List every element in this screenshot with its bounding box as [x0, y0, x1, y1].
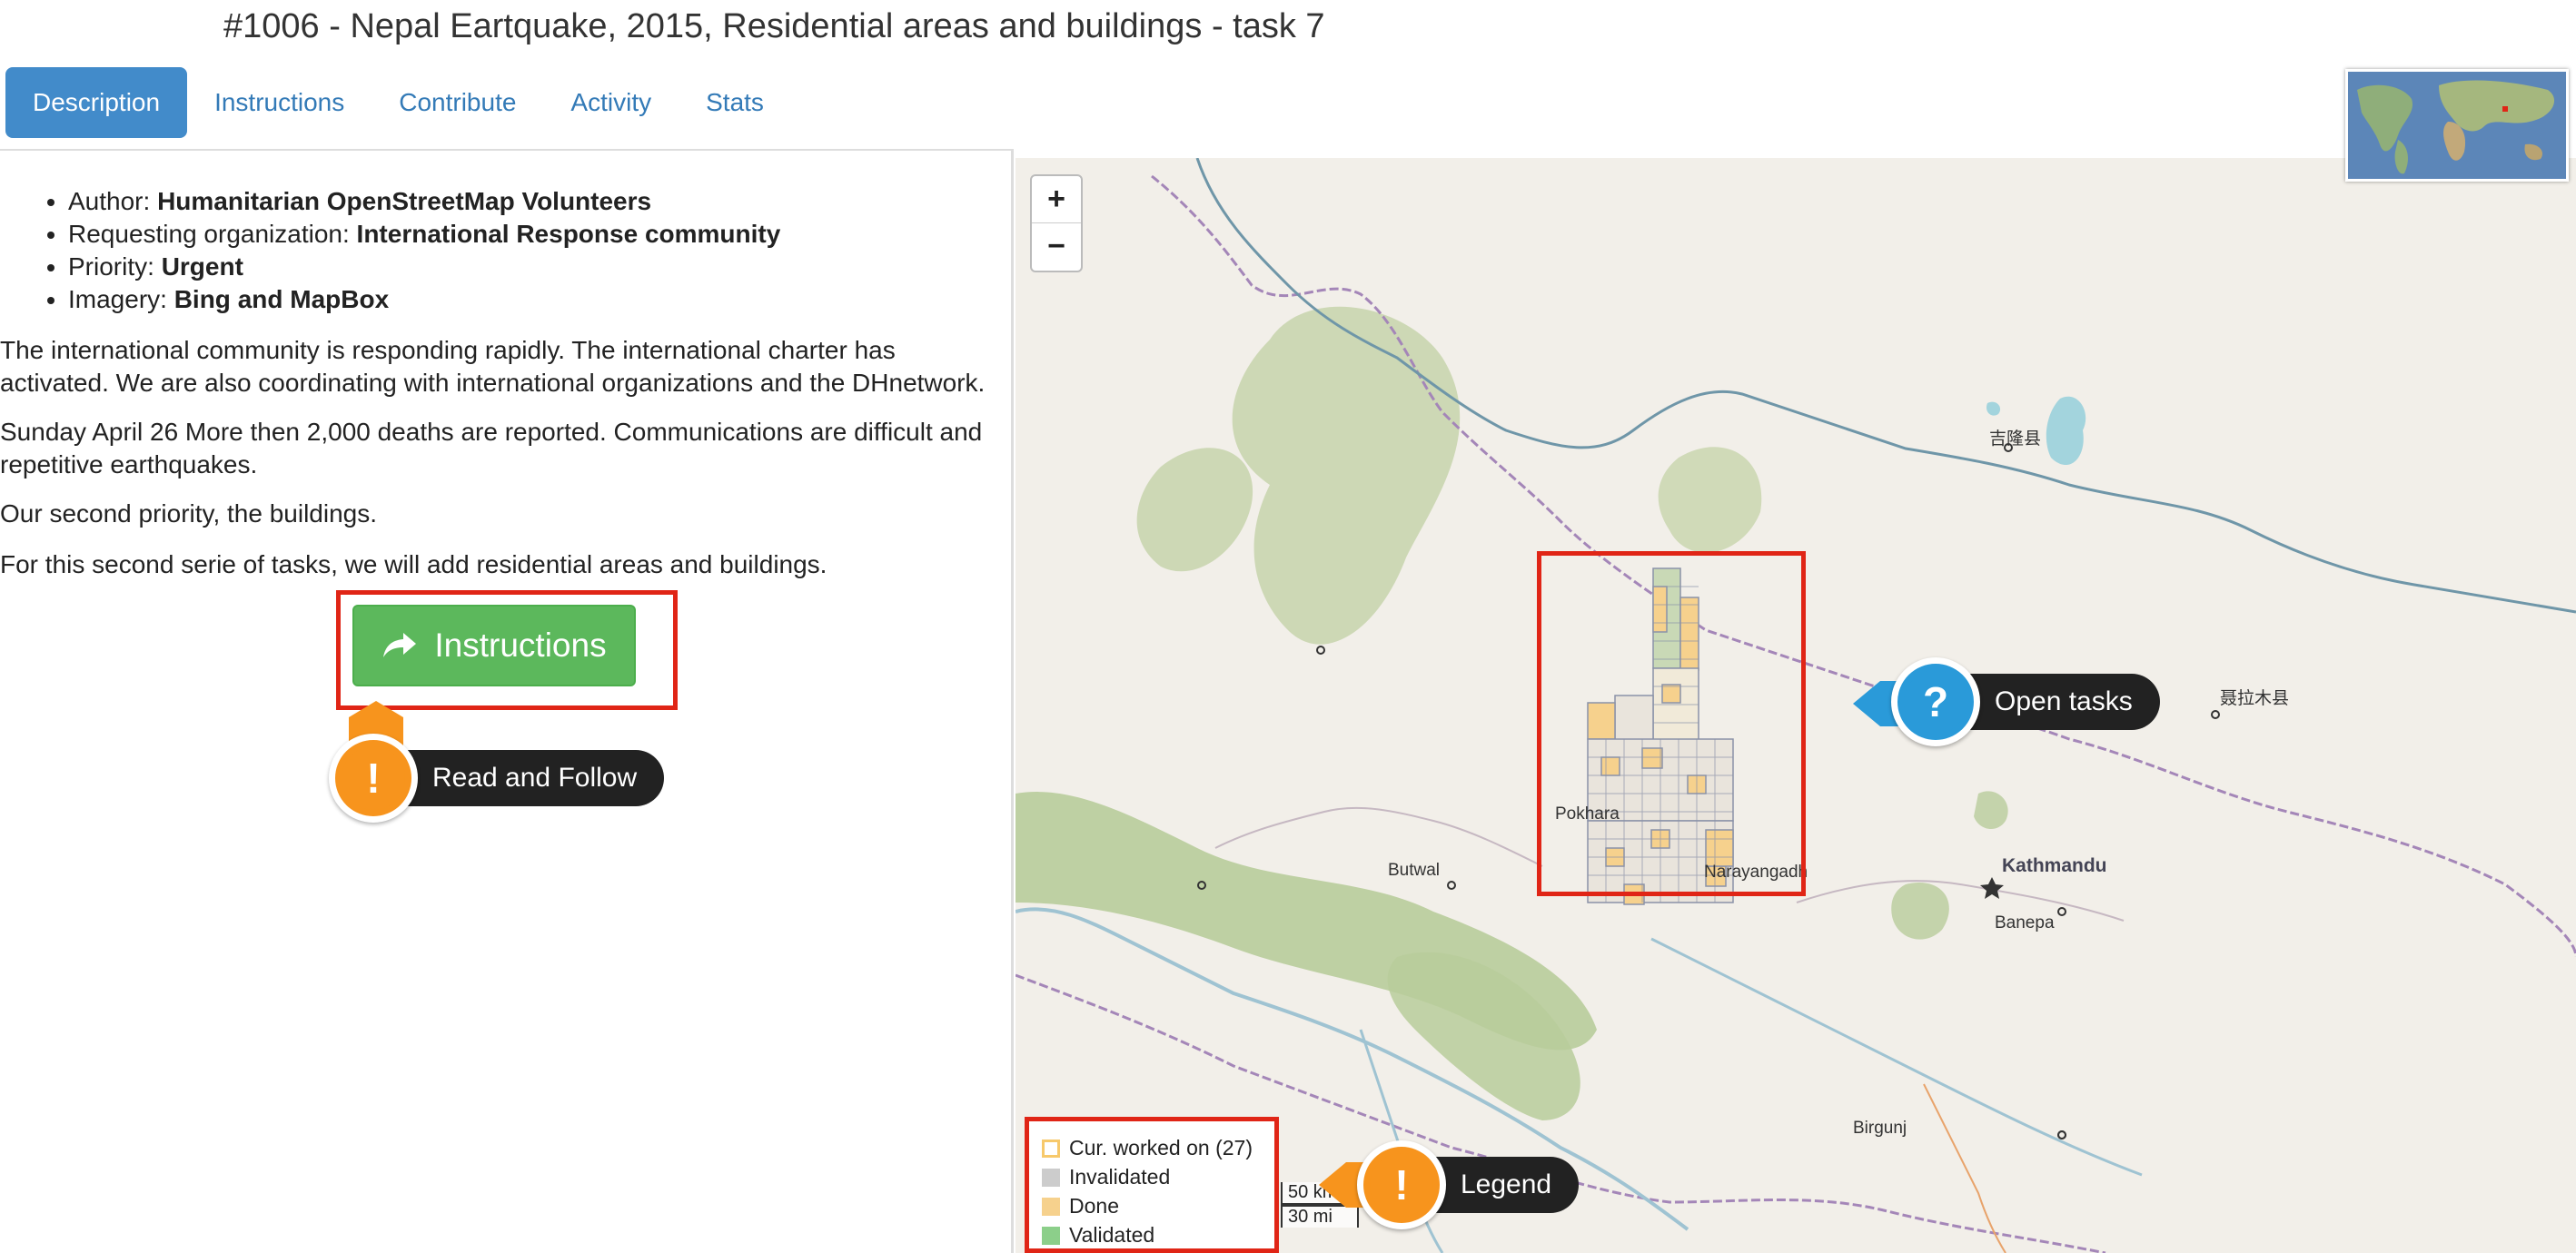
meta-author: Author: Humanitarian OpenStreetMap Volun…: [68, 185, 780, 218]
legend-item-done: Done: [1042, 1194, 1119, 1218]
description-paragraph: For this second serie of tasks, we will …: [0, 550, 827, 578]
project-meta-list: Author: Humanitarian OpenStreetMap Volun…: [0, 185, 780, 316]
legend-swatch: [1042, 1226, 1060, 1245]
meta-label: Imagery:: [68, 285, 174, 313]
tab-instructions[interactable]: Instructions: [187, 67, 372, 138]
zoom-out-button[interactable]: −: [1032, 223, 1081, 270]
instructions-button[interactable]: Instructions: [352, 605, 636, 686]
place-label-banepa: Banepa: [1995, 913, 2055, 932]
overview-minimap[interactable]: [2345, 69, 2569, 182]
meta-value: Bing and MapBox: [173, 285, 390, 313]
tab-activity[interactable]: Activity: [543, 67, 679, 138]
legend-item-invalidated: Invalidated: [1042, 1165, 1170, 1189]
callout-label: Read and Follow: [378, 750, 665, 806]
legend-label: Cur. worked on (27): [1069, 1136, 1253, 1159]
legend-swatch: [1042, 1168, 1060, 1187]
description-panel: Author: Humanitarian OpenStreetMap Volun…: [0, 149, 1014, 1253]
meta-organization: Requesting organization: International R…: [68, 218, 780, 251]
meta-imagery: Imagery: Bing and MapBox: [68, 283, 780, 316]
description-paragraph: Sunday April 26 More then 2,000 deaths a…: [0, 418, 983, 479]
description-paragraph: Our second priority, the buildings.: [0, 499, 378, 528]
read-and-follow-callout: ! Read and Follow: [329, 701, 665, 823]
legend-item-worked-on: Cur. worked on (27): [1042, 1136, 1253, 1160]
tab-stats[interactable]: Stats: [679, 67, 791, 138]
instructions-button-label: Instructions: [434, 626, 607, 664]
legend-item-validated: Validated: [1042, 1223, 1154, 1248]
legend-label: Invalidated: [1069, 1165, 1171, 1189]
project-tabs: Description Instructions Contribute Acti…: [5, 67, 791, 138]
meta-value: International Response community: [356, 220, 781, 248]
exclamation-icon: !: [1357, 1140, 1446, 1229]
callout-glyph: !: [342, 746, 405, 810]
meta-label: Requesting organization:: [68, 220, 357, 248]
task-area-highlight: [1537, 551, 1806, 896]
legend-callout: ! Legend: [1319, 1140, 1580, 1229]
place-label-gyirong: 吉隆县: [1989, 429, 2042, 449]
legend-swatch: [1042, 1139, 1060, 1158]
legend-label: Done: [1069, 1194, 1119, 1218]
zoom-control: + −: [1030, 174, 1083, 272]
callout-glyph: !: [1370, 1153, 1433, 1217]
open-tasks-callout: ? Open tasks: [1853, 657, 2160, 746]
legend-swatch: [1042, 1197, 1060, 1216]
legend-label: Validated: [1069, 1223, 1155, 1247]
tab-contribute[interactable]: Contribute: [372, 67, 543, 138]
meta-value: Urgent: [161, 252, 243, 281]
question-icon: ?: [1891, 657, 1980, 746]
page-title: #1006 - Nepal Eartquake, 2015, Residenti…: [223, 7, 1325, 45]
map-legend: Cur. worked on (27) Invalidated Done Val…: [1025, 1117, 1279, 1253]
meta-label: Author:: [68, 187, 158, 215]
description-paragraph: The international community is respondin…: [0, 336, 986, 397]
share-arrow-icon: [383, 633, 417, 657]
meta-label: Priority:: [68, 252, 162, 281]
place-label-butwal: Butwal: [1388, 861, 1441, 880]
meta-value: Humanitarian OpenStreetMap Volunteers: [157, 187, 652, 215]
callout-glyph: ?: [1904, 670, 1967, 734]
world-map-thumbnail: [2348, 72, 2566, 179]
place-label-kathmandu: Kathmandu: [2002, 855, 2107, 876]
exclamation-icon: !: [329, 734, 418, 823]
zoom-in-button[interactable]: +: [1032, 176, 1081, 223]
tab-description[interactable]: Description: [5, 67, 188, 138]
place-label-birgunj: Birgunj: [1853, 1119, 1907, 1138]
place-label-nyalam: 聂拉木县: [2220, 689, 2290, 708]
meta-priority: Priority: Urgent: [68, 251, 780, 283]
